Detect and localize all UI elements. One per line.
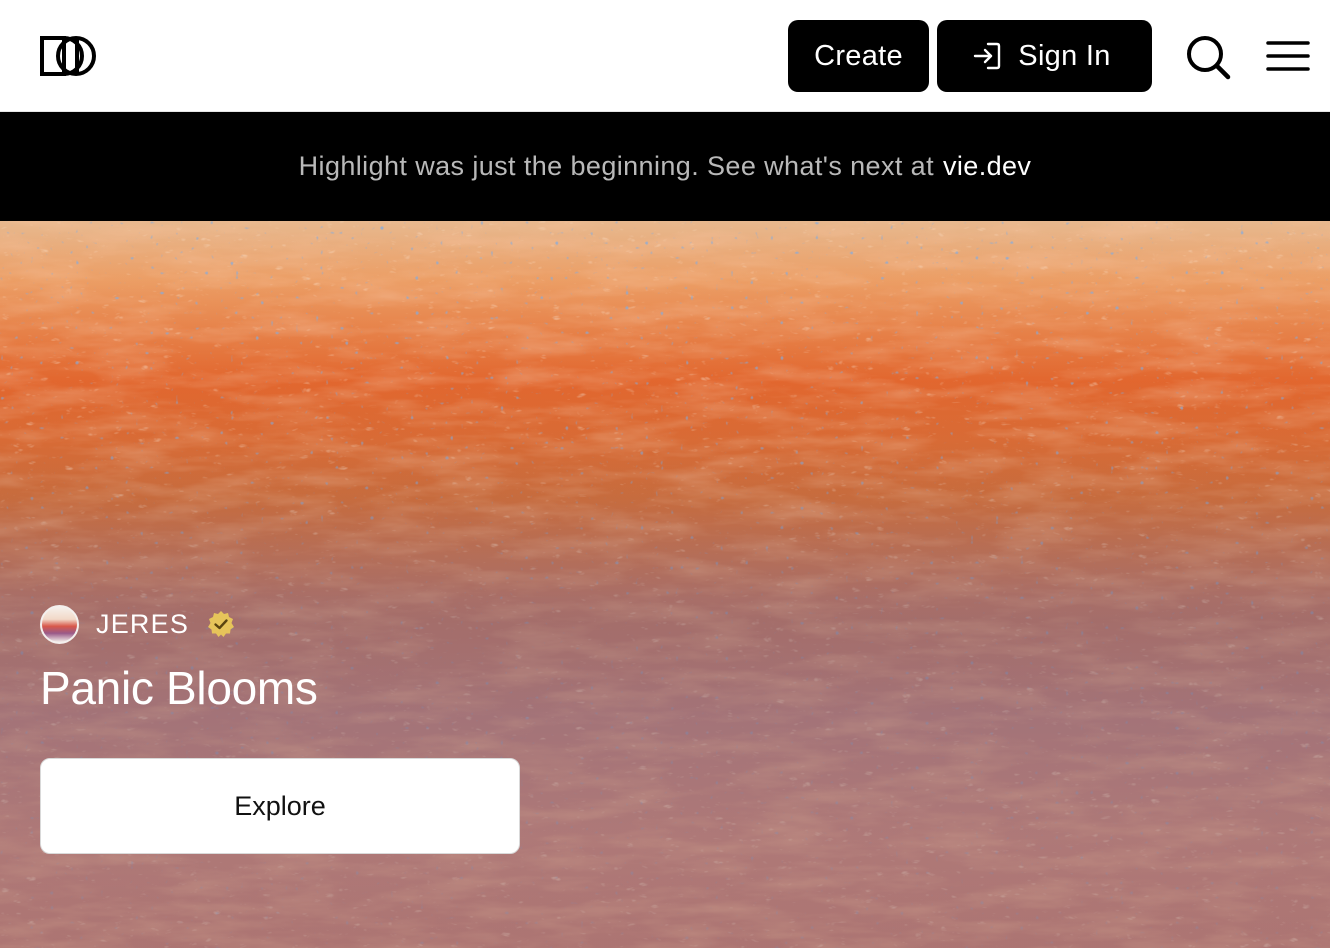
sign-in-arrow-icon: [974, 42, 1001, 70]
artwork-title: Panic Blooms: [40, 662, 318, 714]
artist-row[interactable]: JERES: [40, 604, 235, 644]
artist-name[interactable]: JERES: [96, 609, 189, 640]
banner-link[interactable]: vie.dev: [943, 151, 1031, 182]
banner-text: Highlight was just the beginning. See wh…: [298, 151, 934, 181]
top-header: Create Sign In: [0, 0, 1330, 112]
search-icon[interactable]: [1184, 33, 1232, 81]
sign-in-button-label: Sign In: [1018, 39, 1111, 72]
explore-button-label: Explore: [234, 790, 326, 821]
create-button-label: Create: [814, 39, 903, 72]
create-button[interactable]: Create: [788, 20, 929, 92]
announcement-banner: Highlight was just the beginning. See wh…: [0, 112, 1330, 221]
hamburger-menu-icon[interactable]: [1266, 38, 1310, 74]
brand-logo-icon[interactable]: [40, 36, 98, 76]
avatar[interactable]: [40, 604, 79, 644]
explore-button[interactable]: Explore: [40, 758, 520, 854]
verified-badge-icon: [208, 611, 235, 637]
sign-in-button[interactable]: Sign In: [937, 20, 1152, 92]
hero-section: JERES Panic Blooms Explore: [0, 221, 1330, 948]
